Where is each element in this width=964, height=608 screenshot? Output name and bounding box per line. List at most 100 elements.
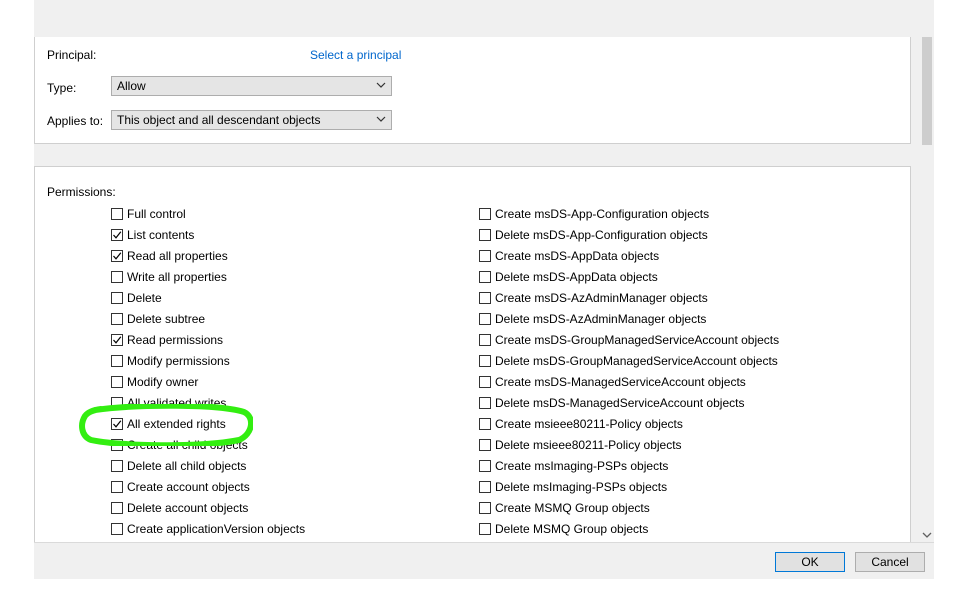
permission-checkbox[interactable] (111, 313, 123, 325)
permission-checkbox[interactable] (111, 334, 123, 346)
permission-label: Create msImaging-PSPs objects (495, 459, 669, 473)
permission-item[interactable]: Create msDS-GroupManagedServiceAccount o… (479, 331, 779, 349)
permission-checkbox[interactable] (479, 292, 491, 304)
permission-checkbox[interactable] (111, 271, 123, 283)
permission-item[interactable]: Delete msDS-AppData objects (479, 268, 658, 286)
permission-checkbox[interactable] (111, 439, 123, 451)
permission-label: Delete msDS-App-Configuration objects (495, 228, 708, 242)
permission-item[interactable]: Create msImaging-PSPs objects (479, 457, 668, 475)
permission-item[interactable]: Create all child objects (111, 436, 248, 454)
permission-item[interactable]: All validated writes (111, 394, 226, 412)
permission-checkbox[interactable] (479, 355, 491, 367)
permission-item[interactable]: Create MSMQ Group objects (479, 499, 650, 517)
applies-to-dropdown[interactable]: This object and all descendant objects (111, 110, 392, 130)
permission-item[interactable]: Read permissions (111, 331, 223, 349)
ok-button[interactable]: OK (775, 552, 845, 572)
applies-to-label: Applies to: (47, 114, 104, 128)
select-principal-link[interactable]: Select a principal (310, 48, 401, 62)
permission-checkbox[interactable] (111, 292, 123, 304)
permission-entry-dialog: Principal: Select a principal Type: Allo… (34, 0, 934, 579)
permission-item[interactable]: Create msDS-ManagedServiceAccount object… (479, 373, 746, 391)
permission-item[interactable]: Modify owner (111, 373, 198, 391)
permission-checkbox[interactable] (479, 418, 491, 430)
permission-label: Create msDS-App-Configuration objects (495, 207, 710, 221)
permission-label: Create msieee80211-Policy objects (495, 417, 683, 431)
permission-label: Write all properties (127, 270, 227, 284)
permission-label: Delete all child objects (127, 459, 247, 473)
permission-checkbox[interactable] (111, 208, 123, 220)
permission-label: Delete msieee80211-Policy objects (495, 438, 682, 452)
vertical-scrollbar[interactable] (920, 37, 934, 542)
permission-label: Modify owner (127, 375, 199, 389)
permission-item[interactable]: Delete (111, 289, 162, 307)
permission-item[interactable]: Create msDS-App-Configuration objects (479, 205, 709, 223)
permission-checkbox[interactable] (111, 355, 123, 367)
permission-checkbox[interactable] (111, 481, 123, 493)
type-label: Type: (47, 81, 77, 95)
permission-item[interactable]: Modify permissions (111, 352, 230, 370)
permission-label: Create applicationVersion objects (127, 522, 306, 536)
scroll-down-arrow-icon[interactable] (922, 530, 932, 540)
permission-label: Create msDS-AzAdminManager objects (495, 291, 708, 305)
permission-checkbox[interactable] (479, 208, 491, 220)
permission-checkbox[interactable] (479, 271, 491, 283)
permission-checkbox[interactable] (479, 481, 491, 493)
permission-checkbox[interactable] (111, 523, 123, 535)
checkmark-icon (113, 231, 122, 239)
permission-item[interactable]: All extended rights (111, 415, 226, 433)
permission-checkbox[interactable] (479, 502, 491, 514)
permission-item[interactable]: Create msieee80211-Policy objects (479, 415, 683, 433)
permission-item[interactable]: Delete all child objects (111, 457, 246, 475)
principal-label: Principal: (47, 48, 97, 62)
permission-item[interactable]: Create applicationVersion objects (111, 520, 305, 538)
permission-label: Create msDS-AppData objects (495, 249, 660, 263)
permission-item[interactable]: Delete msDS-App-Configuration objects (479, 226, 708, 244)
permission-checkbox[interactable] (111, 397, 123, 409)
permission-item[interactable]: Write all properties (111, 268, 227, 286)
permission-item[interactable]: Delete msDS-ManagedServiceAccount object… (479, 394, 744, 412)
type-dropdown[interactable]: Allow (111, 76, 392, 96)
permission-item[interactable]: Create msDS-AppData objects (479, 247, 659, 265)
cancel-button[interactable]: Cancel (855, 552, 925, 572)
permission-label: Delete subtree (127, 312, 206, 326)
permission-item[interactable]: Delete msDS-GroupManagedServiceAccount o… (479, 352, 778, 370)
permission-checkbox[interactable] (479, 334, 491, 346)
permission-checkbox[interactable] (111, 229, 123, 241)
permission-item[interactable]: Create account objects (111, 478, 250, 496)
permission-checkbox[interactable] (111, 376, 123, 388)
dialog-footer: OK Cancel (34, 542, 934, 579)
permission-checkbox[interactable] (479, 376, 491, 388)
permission-checkbox[interactable] (479, 397, 491, 409)
permission-checkbox[interactable] (111, 250, 123, 262)
permission-checkbox[interactable] (479, 439, 491, 451)
permission-label: Delete MSMQ Group objects (495, 522, 649, 536)
permission-checkbox[interactable] (479, 460, 491, 472)
permission-item[interactable]: Full control (111, 205, 186, 223)
permission-label: Delete msDS-AppData objects (495, 270, 658, 284)
chevron-down-icon (376, 116, 386, 122)
permission-checkbox[interactable] (111, 460, 123, 472)
permission-item[interactable]: Delete msieee80211-Policy objects (479, 436, 682, 454)
type-dropdown-value: Allow (117, 79, 146, 93)
permissions-panel: Permissions: Full control List contents Re… (34, 166, 911, 544)
scrollbar-thumb[interactable] (922, 37, 932, 145)
permission-item[interactable]: Delete account objects (111, 499, 248, 517)
permission-item[interactable]: Create msDS-AzAdminManager objects (479, 289, 708, 307)
permission-checkbox[interactable] (479, 250, 491, 262)
permission-item[interactable]: List contents (111, 226, 194, 244)
permission-label: Create account objects (127, 480, 250, 494)
checkmark-icon (113, 336, 122, 344)
permission-label: Delete msDS-GroupManagedServiceAccount o… (495, 354, 778, 368)
permission-checkbox[interactable] (111, 502, 123, 514)
permission-checkbox[interactable] (111, 418, 123, 430)
permission-checkbox[interactable] (479, 229, 491, 241)
permission-item[interactable]: Delete msImaging-PSPs objects (479, 478, 667, 496)
permission-item[interactable]: Read all properties (111, 247, 228, 265)
permission-label: List contents (127, 228, 195, 242)
permission-item[interactable]: Delete msDS-AzAdminManager objects (479, 310, 706, 328)
permission-checkbox[interactable] (479, 523, 491, 535)
permission-checkbox[interactable] (479, 313, 491, 325)
permission-label: All extended rights (127, 417, 226, 431)
permission-item[interactable]: Delete subtree (111, 310, 205, 328)
permission-item[interactable]: Delete MSMQ Group objects (479, 520, 648, 538)
